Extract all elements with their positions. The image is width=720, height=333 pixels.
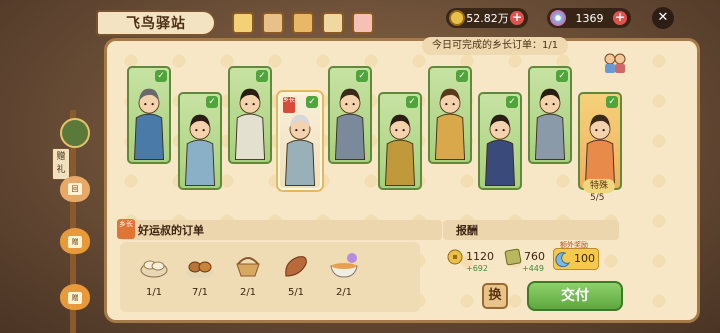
check-icon: ✓ <box>356 70 368 82</box>
check-icon: ✓ <box>456 70 468 82</box>
character-card[interactable]: ✓ <box>378 92 422 190</box>
character-portrait <box>184 114 216 186</box>
character-card[interactable]: ✓ <box>478 92 522 190</box>
daily-quota: 今日可完成的乡长订单：1/1 <box>422 37 569 55</box>
bag-label-3: 赠 <box>68 292 82 304</box>
villagers-icon[interactable] <box>602 52 628 74</box>
item-count-3: 2/1 <box>239 287 257 298</box>
reward-coins-bonus: +692 <box>466 264 488 273</box>
character-portrait <box>534 88 566 160</box>
character-card[interactable]: ✓ <box>328 66 372 164</box>
add-gems-button[interactable]: + <box>613 11 627 25</box>
coin-icon <box>449 10 465 26</box>
ticket-icon <box>504 248 522 266</box>
order-title: 好运叔的订单 <box>138 224 204 237</box>
bag-icon[interactable] <box>262 12 284 34</box>
character-portrait <box>384 114 416 186</box>
character-card[interactable]: ✓ <box>228 66 272 164</box>
character-card[interactable]: ✓ <box>127 66 171 164</box>
dumpling-icon <box>140 260 168 278</box>
bonus-value: 100 <box>574 252 595 265</box>
special-count: 5/5 <box>590 193 605 203</box>
character-portrait <box>434 88 466 160</box>
character-card[interactable]: ✓ <box>178 92 222 190</box>
character-portrait <box>584 114 616 186</box>
gem-icon <box>550 10 566 26</box>
close-button[interactable]: ✕ <box>652 7 674 29</box>
gift-icon[interactable] <box>352 12 374 34</box>
character-portrait <box>334 88 366 160</box>
check-icon: ✓ <box>256 70 268 82</box>
check-icon: ✓ <box>306 96 318 108</box>
character-portrait <box>133 88 165 160</box>
submit-button[interactable]: 交付 <box>527 281 623 311</box>
coin-icon <box>447 249 463 265</box>
swap-button[interactable]: 换 <box>482 283 508 309</box>
check-icon: ✓ <box>556 70 568 82</box>
check-icon: ✓ <box>506 96 518 108</box>
add-coins-button[interactable]: + <box>510 11 524 25</box>
check-icon: ✓ <box>606 96 618 108</box>
gem-counter: 1369 + <box>547 8 631 28</box>
gem-value: 1369 <box>575 11 604 25</box>
bag-label-2: 赠 <box>68 236 82 248</box>
special-label: 特殊 <box>583 179 615 193</box>
page-title: 飞鸟驿站 <box>96 10 216 36</box>
character-card[interactable]: ✓ <box>578 92 622 190</box>
item-count-2: 7/1 <box>191 287 209 298</box>
villager-avatar[interactable] <box>60 118 90 148</box>
character-card[interactable]: ✓ <box>528 66 572 164</box>
moon-icon <box>555 252 571 267</box>
bread-icon <box>186 261 214 278</box>
item-count-1: 1/1 <box>145 287 163 298</box>
character-portrait <box>234 88 266 160</box>
character-portrait <box>484 114 516 186</box>
reward-title: 报酬 <box>456 224 478 237</box>
mayor-badge: 乡长 <box>117 219 135 239</box>
check-icon: ✓ <box>155 70 167 82</box>
mayor-tag: 乡长 <box>283 97 295 113</box>
item-count-4: 5/1 <box>287 287 305 298</box>
scroll-icon[interactable] <box>322 12 344 34</box>
sweet-potato-icon <box>285 256 307 277</box>
top-bar: 飞鸟驿站 52.82万 + 1369 + ✕ <box>0 0 720 40</box>
people-icon[interactable] <box>292 12 314 34</box>
reward-coins: 1120 <box>466 250 494 263</box>
check-icon: ✓ <box>406 96 418 108</box>
noodle-bowl-icon <box>330 253 358 278</box>
bag-label-1: 回 <box>68 183 82 195</box>
check-icon: ✓ <box>206 96 218 108</box>
item-count-5: 2/1 <box>335 287 353 298</box>
shop-icon[interactable] <box>232 12 254 34</box>
reward-tickets: 760 <box>524 250 545 263</box>
reward-tickets-bonus: +449 <box>522 264 544 273</box>
gift-sign[interactable]: 赠礼 <box>52 148 70 180</box>
character-card[interactable]: ✓ <box>428 66 472 164</box>
character-card[interactable]: ✓ 乡长 <box>278 92 322 190</box>
coin-value: 52.82万 <box>466 12 509 25</box>
coin-counter: 52.82万 + <box>446 8 528 28</box>
basket-icon <box>236 257 260 277</box>
